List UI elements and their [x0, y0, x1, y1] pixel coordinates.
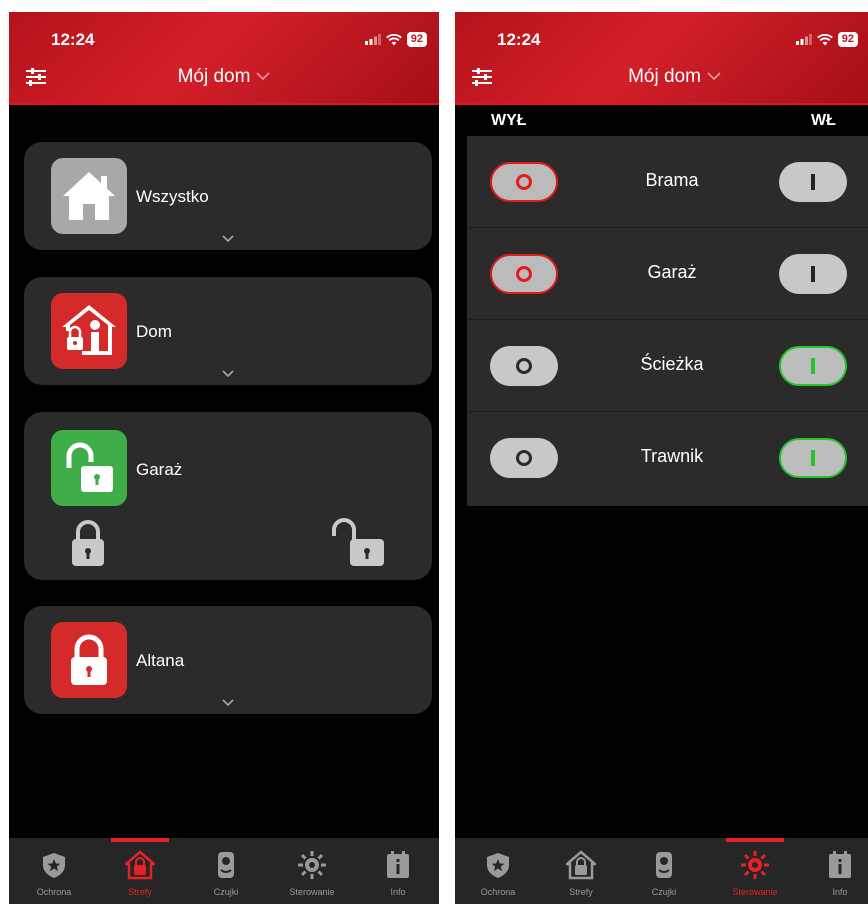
- status-time: 12:24: [51, 30, 95, 49]
- on-bar-icon: [811, 174, 815, 190]
- off-button[interactable]: [490, 346, 558, 386]
- wifi-icon: [385, 33, 402, 45]
- tab-sterowanie[interactable]: Sterowanie: [712, 838, 798, 904]
- battery-indicator: 92: [837, 32, 858, 47]
- expand-chevron-icon[interactable]: [221, 234, 235, 244]
- signal-icon: [364, 34, 381, 45]
- tab-sterowanie[interactable]: Sterowanie: [269, 838, 355, 904]
- lock-arm-button[interactable]: [69, 518, 107, 568]
- control-screen: 12:24 92 Mój dom WYŁ WŁ Brama Garaż Ście…: [455, 12, 868, 904]
- off-column-header: WYŁ: [491, 112, 527, 129]
- shield-star-icon: [43, 853, 65, 878]
- control-label: Brama: [645, 170, 699, 190]
- wifi-icon: [816, 33, 833, 45]
- control-label: Ścieżka: [640, 354, 704, 374]
- motion-sensor-icon: [656, 852, 672, 878]
- control-row: Garaż: [467, 228, 868, 320]
- tab-strefy[interactable]: Strefy: [538, 838, 624, 904]
- off-circle-icon: [516, 266, 532, 282]
- control-row: Ścieżka: [467, 320, 868, 412]
- off-button[interactable]: [490, 162, 558, 202]
- home-selector[interactable]: Mój dom: [455, 66, 868, 88]
- gear-sun-icon: [298, 851, 326, 879]
- tab-czujki[interactable]: Czujki: [621, 838, 707, 904]
- tab-bar: Ochrona Strefy Czujki Sterowanie Info: [9, 838, 439, 904]
- status-icons: 92: [364, 32, 427, 47]
- off-button[interactable]: [490, 254, 558, 294]
- chevron-down-icon: [256, 72, 270, 81]
- motion-sensor-icon: [218, 852, 234, 878]
- zone-card-altana[interactable]: Altana: [24, 606, 432, 714]
- tab-info[interactable]: Info: [797, 838, 868, 904]
- info-board-icon: [387, 851, 409, 878]
- status-time: 12:24: [497, 30, 541, 49]
- control-list: Brama Garaż Ścieżka Trawnik: [467, 136, 868, 506]
- control-row: Brama: [467, 136, 868, 228]
- gear-sun-icon: [741, 851, 769, 879]
- zone-label: Altana: [136, 651, 185, 670]
- house-lock-icon: [125, 850, 155, 880]
- off-circle-icon: [516, 174, 532, 190]
- home-title: Mój dom: [628, 66, 701, 87]
- tab-info[interactable]: Info: [355, 838, 439, 904]
- unlock-disarm-button[interactable]: [330, 518, 388, 568]
- control-label: Garaż: [647, 262, 697, 282]
- house-icon: [51, 158, 127, 234]
- signal-icon: [795, 34, 812, 45]
- house-lock-icon: [566, 850, 596, 880]
- on-bar-icon: [811, 266, 815, 282]
- locked-padlock-icon: [51, 622, 127, 698]
- control-label: Trawnik: [640, 446, 704, 466]
- on-bar-icon: [811, 450, 815, 466]
- on-column-header: WŁ: [811, 112, 836, 129]
- tab-czujki[interactable]: Czujki: [183, 838, 269, 904]
- zone-card-wszystko[interactable]: Wszystko: [24, 142, 432, 250]
- info-board-icon: [829, 851, 851, 878]
- off-button[interactable]: [490, 438, 558, 478]
- zone-label: Garaż: [136, 460, 183, 479]
- on-bar-icon: [811, 358, 815, 374]
- person-lock-icon: [51, 293, 127, 369]
- battery-indicator: 92: [406, 32, 427, 47]
- on-button[interactable]: [779, 254, 847, 294]
- tab-ochrona[interactable]: Ochrona: [11, 838, 97, 904]
- zone-card-dom[interactable]: Dom: [24, 277, 432, 385]
- on-button[interactable]: [779, 438, 847, 478]
- app-header: 12:24 92 Mój dom: [9, 12, 439, 105]
- tab-strefy[interactable]: Strefy: [97, 838, 183, 904]
- zones-screen: 12:24 92 Mój dom Wszystko Dom Garaż Alta…: [9, 12, 439, 904]
- control-row: Trawnik: [467, 412, 868, 504]
- on-button[interactable]: [779, 162, 847, 202]
- home-selector[interactable]: Mój dom: [9, 66, 439, 88]
- off-circle-icon: [516, 450, 532, 466]
- zone-label: Dom: [136, 322, 172, 341]
- off-circle-icon: [516, 358, 532, 374]
- on-button[interactable]: [779, 346, 847, 386]
- app-header: 12:24 92 Mój dom: [455, 12, 868, 105]
- expand-chevron-icon[interactable]: [221, 698, 235, 708]
- home-title: Mój dom: [177, 66, 251, 87]
- tab-bar: Ochrona Strefy Czujki Sterowanie Info: [455, 838, 868, 904]
- zone-label: Wszystko: [136, 187, 209, 206]
- unlocked-padlock-icon: [51, 430, 127, 506]
- expand-chevron-icon[interactable]: [221, 369, 235, 379]
- chevron-down-icon: [707, 72, 721, 81]
- status-icons: 92: [795, 32, 858, 47]
- shield-star-icon: [487, 853, 509, 878]
- zone-card-garaz[interactable]: Garaż: [24, 412, 432, 580]
- tab-ochrona[interactable]: Ochrona: [455, 838, 541, 904]
